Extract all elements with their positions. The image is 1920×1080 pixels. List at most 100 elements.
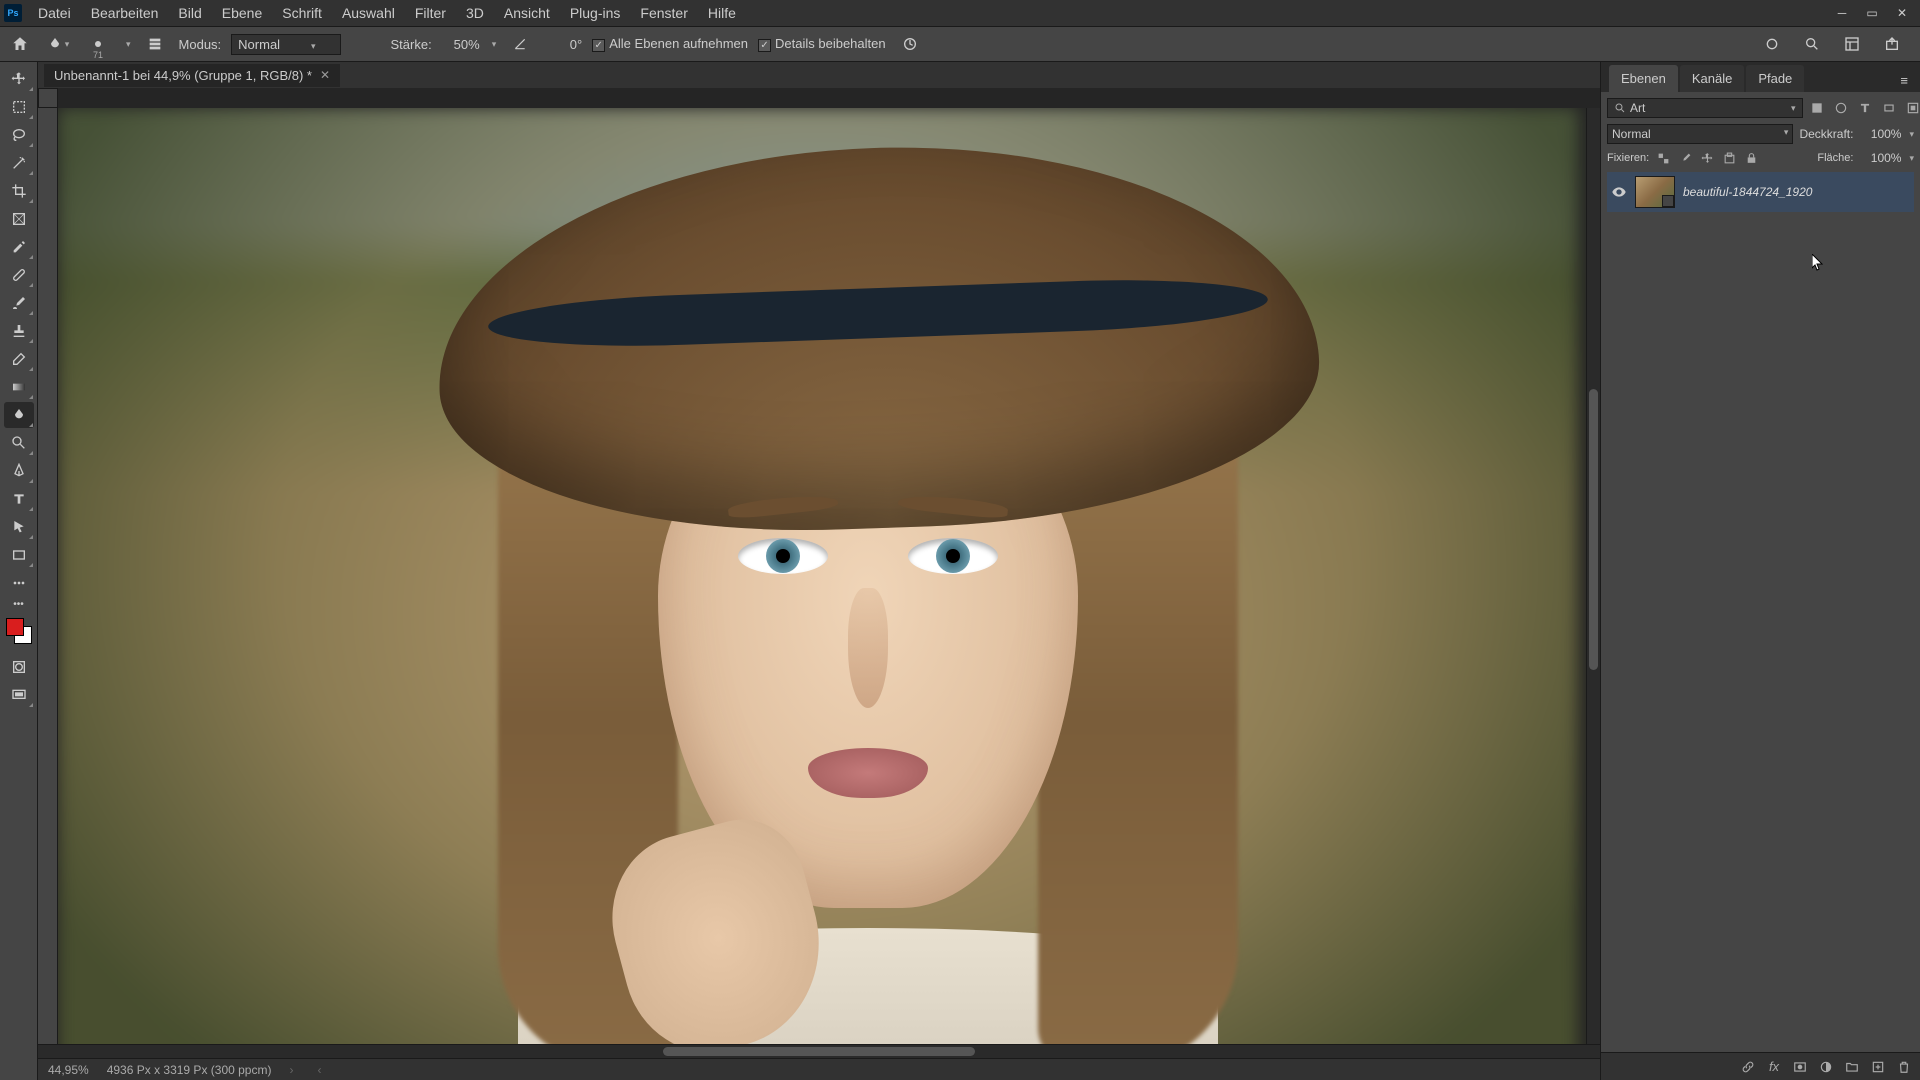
tab-ebenen[interactable]: Ebenen [1609,65,1678,92]
menu-bild[interactable]: Bild [168,5,211,21]
tab-kanaele[interactable]: Kanäle [1680,65,1744,92]
pressure-button[interactable] [896,30,924,58]
preserve-details-checkbox[interactable]: ✓Details beibehalten [758,36,886,51]
menu-hilfe[interactable]: Hilfe [698,5,746,21]
more-tools[interactable] [4,570,34,596]
canvas[interactable] [58,108,1586,1044]
workspace-button[interactable] [1838,30,1866,58]
healing-tool[interactable] [4,262,34,288]
lock-nested-icon[interactable] [1721,150,1737,166]
menu-datei[interactable]: Datei [28,5,81,21]
share-button[interactable] [1878,30,1906,58]
blend-mode-select[interactable]: Normal ▾ [231,34,340,55]
brush-tool[interactable] [4,290,34,316]
stamp-tool[interactable] [4,318,34,344]
menu-plugins[interactable]: Plug-ins [560,5,631,21]
ruler-origin[interactable] [38,88,58,108]
menu-bearbeiten[interactable]: Bearbeiten [81,5,169,21]
frame-tool[interactable] [4,206,34,232]
foreground-color-swatch[interactable] [6,618,24,636]
screenmode-tool[interactable] [4,682,34,708]
type-tool[interactable] [4,486,34,512]
filter-type-icon[interactable] [1857,100,1873,116]
strength-input[interactable] [442,37,480,52]
visibility-toggle[interactable] [1611,184,1627,200]
minimize-button[interactable]: ─ [1828,3,1856,23]
lasso-tool[interactable] [4,122,34,148]
layer-fx-button[interactable]: fx [1766,1059,1782,1075]
gradient-tool[interactable] [4,374,34,400]
shape-tool[interactable] [4,542,34,568]
move-tool[interactable] [4,66,34,92]
artboard-tool[interactable] [4,94,34,120]
chevron-down-icon[interactable]: ▾ [126,39,131,50]
brush-settings-button[interactable] [141,30,169,58]
brush-preset-picker[interactable]: 71 [82,30,114,58]
close-tab-icon[interactable]: ✕ [320,68,330,82]
vertical-scrollbar[interactable] [1586,108,1600,1044]
chevron-down-icon[interactable]: ▾ [492,39,497,50]
vertical-ruler[interactable] [38,108,58,1044]
scrollbar-thumb[interactable] [1589,389,1598,670]
document-tab[interactable]: Unbenannt-1 bei 44,9% (Gruppe 1, RGB/8) … [44,64,340,87]
opacity-input[interactable] [1859,127,1901,141]
filter-adjust-icon[interactable] [1833,100,1849,116]
menu-ansicht[interactable]: Ansicht [494,5,560,21]
wand-tool[interactable] [4,150,34,176]
delete-layer-button[interactable] [1896,1059,1912,1075]
eraser-tool[interactable] [4,346,34,372]
menu-fenster[interactable]: Fenster [630,5,697,21]
cloud-docs-button[interactable] [1758,30,1786,58]
document-info[interactable]: 4936 Px x 3319 Px (300 ppcm) [107,1063,272,1077]
angle-button[interactable] [506,30,534,58]
tool-preset-button[interactable]: ▾ [44,30,72,58]
panel-menu-button[interactable]: ≡ [1896,69,1912,92]
new-layer-button[interactable] [1870,1059,1886,1075]
chevron-down-icon[interactable]: ▾ [1909,129,1914,140]
link-layers-button[interactable] [1740,1059,1756,1075]
pen-tool[interactable] [4,458,34,484]
scrollbar-thumb[interactable] [663,1047,975,1056]
crop-tool[interactable] [4,178,34,204]
menu-filter[interactable]: Filter [405,5,456,21]
filter-smart-icon[interactable] [1905,100,1920,116]
adjustment-layer-button[interactable] [1818,1059,1834,1075]
fill-input[interactable] [1859,151,1901,165]
status-prev-icon[interactable]: ‹ [317,1063,321,1077]
maximize-button[interactable]: ▭ [1858,3,1886,23]
blur-tool[interactable] [4,402,34,428]
layer-mask-button[interactable] [1792,1059,1808,1075]
menu-schrift[interactable]: Schrift [272,5,332,21]
menu-ebene[interactable]: Ebene [212,5,272,21]
layer-filter-input[interactable] [1630,101,1785,115]
dodge-tool[interactable] [4,430,34,456]
tab-pfade[interactable]: Pfade [1746,65,1804,92]
layer-blend-mode-select[interactable]: Normal▾ [1607,124,1793,144]
path-select-tool[interactable] [4,514,34,540]
lock-position-icon[interactable] [1699,150,1715,166]
eyedropper-tool[interactable] [4,234,34,260]
filter-pixel-icon[interactable] [1809,100,1825,116]
menu-auswahl[interactable]: Auswahl [332,5,405,21]
status-caret-icon[interactable]: › [289,1063,293,1077]
horizontal-scrollbar[interactable] [38,1044,1600,1058]
quickmask-tool[interactable] [4,654,34,680]
home-button[interactable] [6,30,34,58]
sample-all-layers-checkbox[interactable]: ✓Alle Ebenen aufnehmen [592,36,748,51]
zoom-level[interactable]: 44,95% [48,1063,89,1077]
layer-item[interactable]: beautiful-1844724_1920 [1607,172,1914,212]
edit-toolbar[interactable]: ••• [4,598,34,610]
close-button[interactable]: ✕ [1888,3,1916,23]
layer-name[interactable]: beautiful-1844724_1920 [1683,185,1812,199]
color-swatches[interactable] [6,618,32,644]
search-button[interactable] [1798,30,1826,58]
layer-thumbnail[interactable] [1635,176,1675,208]
group-button[interactable] [1844,1059,1860,1075]
layer-filter-select[interactable]: ▾ [1607,98,1803,118]
lock-pixels-icon[interactable] [1677,150,1693,166]
filter-shape-icon[interactable] [1881,100,1897,116]
lock-all-icon[interactable] [1743,150,1759,166]
angle-input[interactable] [544,37,582,52]
menu-3d[interactable]: 3D [456,5,494,21]
chevron-down-icon[interactable]: ▾ [1909,153,1914,164]
